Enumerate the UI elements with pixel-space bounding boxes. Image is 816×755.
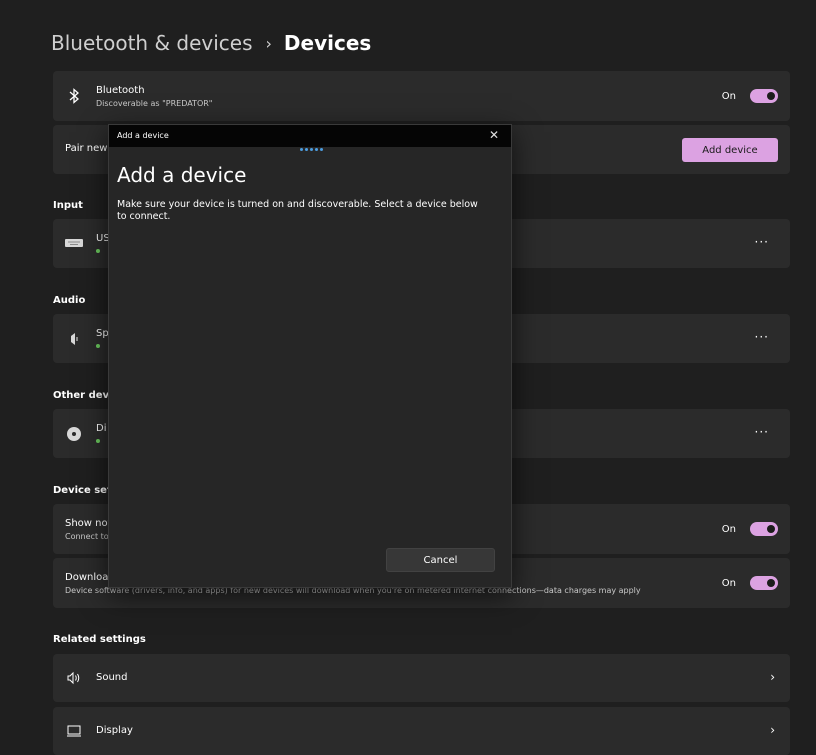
display-icon bbox=[65, 722, 83, 740]
bluetooth-state-label: On bbox=[721, 90, 736, 102]
bluetooth-title: Bluetooth bbox=[96, 85, 145, 96]
related-item-label: Sound bbox=[96, 672, 128, 683]
cancel-button[interactable]: Cancel bbox=[386, 548, 495, 572]
connected-status-dot bbox=[96, 439, 100, 443]
bluetooth-toggle-group: On bbox=[722, 89, 778, 103]
section-related-settings: Related settings bbox=[53, 634, 146, 645]
notifications-toggle[interactable] bbox=[750, 522, 778, 536]
notifications-state-label: On bbox=[721, 523, 736, 535]
close-icon[interactable]: ✕ bbox=[489, 128, 499, 142]
dialog-titlebar: Add a device ✕ bbox=[109, 125, 511, 147]
download-toggle[interactable] bbox=[750, 576, 778, 590]
page-title: Devices bbox=[283, 31, 372, 55]
section-audio: Audio bbox=[53, 295, 86, 306]
notifications-title: Show not bbox=[65, 518, 112, 529]
disc-icon bbox=[65, 425, 83, 443]
download-toggle-group: On bbox=[722, 576, 778, 590]
connected-status-dot bbox=[96, 344, 100, 348]
chevron-right-icon: › bbox=[770, 723, 775, 737]
notifications-toggle-group: On bbox=[722, 522, 778, 536]
chevron-right-icon: › bbox=[770, 670, 775, 684]
dialog-window-title: Add a device bbox=[117, 131, 169, 140]
more-options-icon[interactable]: ··· bbox=[755, 235, 769, 249]
breadcrumb-parent[interactable]: Bluetooth & devices bbox=[51, 31, 253, 55]
download-title: Downloa bbox=[65, 572, 109, 583]
progress-dots-icon bbox=[300, 148, 323, 151]
section-input: Input bbox=[53, 200, 83, 211]
bluetooth-subtitle: Discoverable as "PREDATOR" bbox=[96, 99, 213, 108]
more-options-icon[interactable]: ··· bbox=[755, 330, 769, 344]
other-device-name: Di bbox=[96, 423, 107, 434]
chevron-right-icon: › bbox=[265, 33, 272, 53]
related-item-sound[interactable]: Sound › bbox=[53, 654, 790, 702]
more-options-icon[interactable]: ··· bbox=[755, 425, 769, 439]
breadcrumb: Bluetooth & devices › Devices bbox=[51, 31, 371, 55]
bluetooth-toggle[interactable] bbox=[750, 89, 778, 103]
connected-status-dot bbox=[96, 249, 100, 253]
related-item-label: Display bbox=[96, 725, 133, 736]
bluetooth-icon bbox=[65, 87, 83, 105]
dialog-description: Make sure your device is turned on and d… bbox=[117, 199, 478, 222]
keyboard-icon bbox=[63, 234, 85, 252]
speaker-icon bbox=[65, 330, 83, 348]
related-item-display[interactable]: Display › bbox=[53, 707, 790, 755]
notifications-subtitle: Connect to bbox=[65, 532, 109, 541]
dialog-heading: Add a device bbox=[117, 163, 247, 187]
download-state-label: On bbox=[721, 577, 736, 589]
add-device-dialog: Add a device ✕ Add a device Make sure yo… bbox=[108, 124, 512, 588]
add-device-button[interactable]: Add device bbox=[682, 138, 778, 162]
bluetooth-card: Bluetooth Discoverable as "PREDATOR" On bbox=[53, 71, 790, 121]
audio-device-name: Sp bbox=[96, 328, 109, 339]
sound-icon bbox=[65, 669, 83, 687]
